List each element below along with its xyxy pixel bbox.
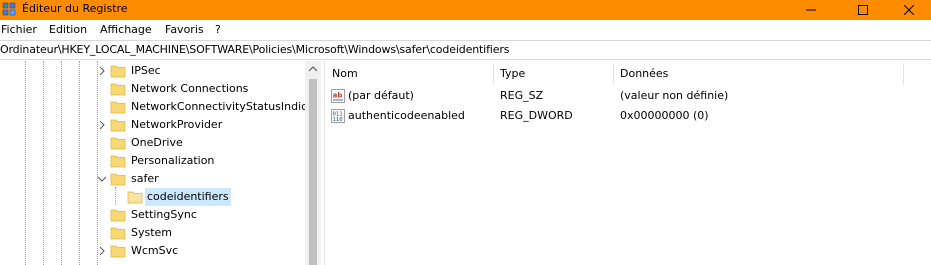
tree-item-networkconnectivitystatusindic[interactable]: NetworkConnectivityStatusIndic <box>0 98 307 116</box>
string-value-icon: ab <box>331 89 345 103</box>
folder-icon <box>110 245 126 258</box>
column-header-type[interactable]: Type <box>493 61 613 85</box>
tree-item-system[interactable]: System <box>0 224 305 242</box>
tree-item-label: NetworkConnectivityStatusIndic <box>131 100 308 113</box>
tree-item-label: Personalization <box>131 154 215 167</box>
menu-affichage[interactable]: Affichage <box>100 23 152 36</box>
folder-icon <box>110 65 126 78</box>
scroll-up-button[interactable] <box>305 61 321 77</box>
tree-item-label: NetworkProvider <box>131 118 223 131</box>
chevron-up-icon <box>309 66 317 72</box>
tree-item-codeidentifiers[interactable]: codeidentifiers <box>0 188 305 206</box>
address-bar[interactable]: Ordinateur\HKEY_LOCAL_MACHINE\SOFTWARE\P… <box>0 40 931 60</box>
tree-item-label: System <box>131 226 173 239</box>
tree-item-onedrive[interactable]: OneDrive <box>0 134 305 152</box>
chevron-right-icon[interactable] <box>96 245 108 257</box>
tree-item-wcmsvc[interactable]: WcmSvc <box>0 242 305 260</box>
svg-text:ab: ab <box>333 92 343 100</box>
key-tree[interactable]: IPSec Network Connections NetworkConnect… <box>0 61 321 265</box>
value-name: authenticodeenabled <box>348 109 465 122</box>
tree-item-label: codeidentifiers <box>145 188 231 206</box>
folder-icon <box>110 101 126 114</box>
maximize-icon <box>858 5 868 15</box>
tree-item-label: WcmSvc <box>131 244 179 257</box>
tree-item-network-connections[interactable]: Network Connections <box>0 80 305 98</box>
title-bar[interactable]: Éditeur du Registre <box>0 0 931 20</box>
regedit-icon <box>2 2 16 16</box>
values-list[interactable]: Nom Type Données ab (par défaut) REG_SZ … <box>325 61 931 265</box>
tree-scrollbar[interactable] <box>305 61 321 265</box>
minimize-button[interactable] <box>788 0 834 20</box>
menu-favoris[interactable]: Favoris <box>165 23 204 36</box>
chevron-right-icon[interactable] <box>96 119 108 131</box>
dword-value-icon: 011 110 <box>331 109 345 123</box>
maximize-button[interactable] <box>840 0 886 20</box>
svg-text:110: 110 <box>333 117 343 123</box>
chevron-down-icon[interactable] <box>96 173 108 185</box>
tree-item-label: SettingSync <box>131 208 197 221</box>
folder-icon <box>110 227 126 240</box>
tree-item-label: OneDrive <box>131 136 183 149</box>
column-separator[interactable] <box>903 63 904 85</box>
menu-edition[interactable]: Edition <box>49 23 87 36</box>
menu-fichier[interactable]: Fichier <box>1 23 37 36</box>
tree-item-label: IPSec <box>131 64 161 77</box>
value-data: 0x00000000 (0) <box>620 109 709 122</box>
tree-item-personalization[interactable]: Personalization <box>0 152 305 170</box>
close-button[interactable] <box>886 0 931 20</box>
close-icon <box>904 5 914 15</box>
chevron-right-icon[interactable] <box>96 65 108 77</box>
folder-icon <box>110 155 126 168</box>
scrollbar-thumb[interactable] <box>309 79 317 265</box>
folder-open-icon <box>127 191 143 204</box>
menu-help[interactable]: ? <box>215 23 221 36</box>
folder-icon <box>110 119 126 132</box>
tree-item-settingsync[interactable]: SettingSync <box>0 206 305 224</box>
tree-item-label: safer <box>131 172 159 185</box>
tree-item-label: Network Connections <box>131 82 249 95</box>
folder-icon <box>110 209 126 222</box>
value-name: (par défaut) <box>348 89 414 102</box>
minimize-icon <box>806 9 816 11</box>
value-type: REG_SZ <box>500 89 544 102</box>
column-header-data[interactable]: Données <box>613 61 903 85</box>
folder-icon <box>110 83 126 96</box>
value-type: REG_DWORD <box>500 109 573 122</box>
menu-bar: Fichier Edition Affichage Favoris ? <box>0 20 931 40</box>
value-row[interactable]: ab (par défaut) REG_SZ (valeur non défin… <box>325 86 931 106</box>
tree-item-safer[interactable]: safer <box>0 170 305 188</box>
tree-item-ipsec[interactable]: IPSec <box>0 62 305 80</box>
value-row[interactable]: 011 110 authenticodeenabled REG_DWORD 0x… <box>325 106 931 126</box>
tree-item-networkprovider[interactable]: NetworkProvider <box>0 116 305 134</box>
value-data: (valeur non définie) <box>620 89 729 102</box>
folder-icon <box>110 137 126 150</box>
address-path[interactable]: Ordinateur\HKEY_LOCAL_MACHINE\SOFTWARE\P… <box>0 43 509 56</box>
window-title: Éditeur du Registre <box>22 2 128 15</box>
column-header-name[interactable]: Nom <box>325 61 493 85</box>
folder-icon <box>110 173 126 186</box>
